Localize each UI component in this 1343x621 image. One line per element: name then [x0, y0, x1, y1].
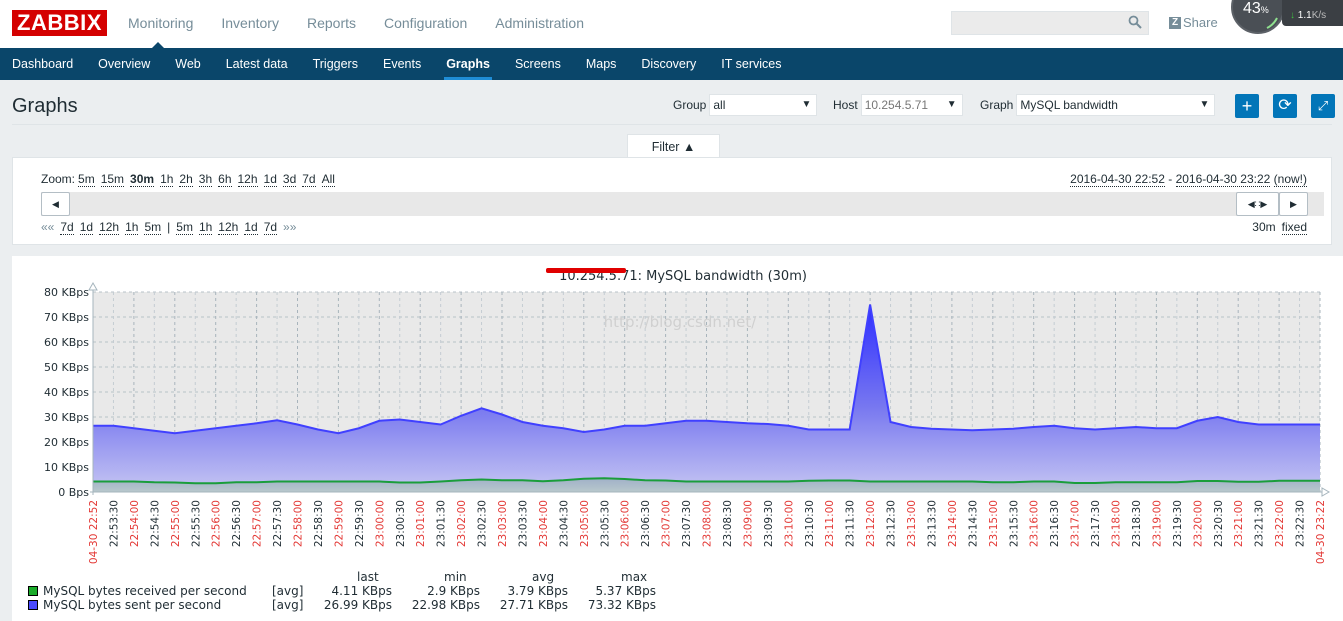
y-tick-label: 50 KBps	[44, 361, 89, 374]
x-tick-label: 22:58:00	[293, 500, 305, 547]
x-tick-label: 22:54:00	[129, 500, 141, 547]
y-tick-label: 30 KBps	[44, 411, 89, 424]
x-tick-labels: 04-30 22:52 22:53:30 22:54:00 22:54:30 22:55…	[88, 500, 1327, 564]
legend-swatch	[28, 600, 38, 610]
legend-value-max: 73.32 KBps	[587, 598, 656, 612]
legend-header-min: min	[444, 570, 467, 584]
x-tick-label: 23:19:00	[1151, 500, 1163, 547]
x-tick-label: 23:03:00	[497, 500, 509, 547]
legend-header-avg: avg	[532, 570, 555, 584]
x-tick-label: 23:19:30	[1172, 500, 1184, 547]
legend-series-name: MySQL bytes sent per second	[43, 598, 222, 612]
x-tick-label: 23:15:30	[1008, 500, 1020, 547]
x-tick-label: 23:02:00	[456, 500, 468, 547]
x-tick-label: 22:56:30	[231, 500, 243, 547]
x-tick-label: 23:16:30	[1049, 500, 1061, 547]
x-axis-arrow-icon	[1321, 487, 1331, 497]
x-tick-label: 23:06:00	[620, 500, 632, 547]
x-tick-label: 22:55:30	[190, 500, 202, 547]
legend-header-max: max	[621, 570, 648, 584]
x-tick-label: 23:20:30	[1213, 500, 1225, 547]
x-tick-label: 23:04:00	[538, 500, 550, 547]
y-tick-labels: 0 Bps 10 KBps 20 KBps 30 KBps 40 KBps 50 KBps…	[44, 286, 89, 499]
x-tick-label: 23:16:00	[1029, 500, 1041, 547]
legend-function: [avg]	[272, 584, 304, 598]
y-axis-arrow-icon	[88, 281, 98, 291]
y-tick-label: 0 Bps	[58, 486, 89, 499]
x-tick-label: 04-30 22:52	[88, 500, 100, 564]
x-tick-label: 23:08:00	[702, 500, 714, 547]
x-tick-label: 23:09:30	[763, 500, 775, 547]
x-tick-label: 23:00:00	[374, 500, 386, 547]
x-tick-label: 23:10:00	[783, 500, 795, 547]
legend-header-last: last	[357, 570, 379, 584]
x-tick-label: 23:22:00	[1274, 500, 1286, 547]
x-tick-label: 22:59:30	[354, 500, 366, 547]
x-tick-label: 23:13:30	[926, 500, 938, 547]
y-tick-label: 20 KBps	[44, 436, 89, 449]
x-tick-label: 23:14:30	[967, 500, 979, 547]
x-tick-label: 23:21:30	[1254, 500, 1266, 547]
x-tick-label: 23:02:30	[477, 500, 489, 547]
x-tick-label: 23:07:00	[661, 500, 673, 547]
x-tick-label: 22:54:30	[149, 500, 161, 547]
x-tick-label: 23:06:30	[640, 500, 652, 547]
x-tick-label: 23:14:00	[947, 500, 959, 547]
legend-function: [avg]	[272, 598, 304, 612]
x-tick-label: 22:53:30	[108, 500, 120, 547]
x-tick-label: 23:08:30	[722, 500, 734, 547]
x-tick-label: 23:11:00	[824, 500, 836, 547]
x-tick-label: 22:57:00	[252, 500, 264, 547]
x-tick-label: 22:57:30	[272, 500, 284, 547]
x-tick-label: 23:15:00	[988, 500, 1000, 547]
x-tick-label: 22:56:00	[211, 500, 223, 547]
legend-series-name: MySQL bytes received per second	[43, 584, 247, 598]
x-tick-label: 23:20:00	[1192, 500, 1204, 547]
x-tick-label: 23:01:00	[415, 500, 427, 547]
x-tick-label: 23:03:30	[517, 500, 529, 547]
legend-value-last: 4.11 KBps	[331, 584, 392, 598]
y-tick-label: 70 KBps	[44, 311, 89, 324]
legend-value-max: 5.37 KBps	[595, 584, 656, 598]
x-tick-label: 23:11:30	[845, 500, 857, 547]
y-tick-label: 10 KBps	[44, 461, 89, 474]
x-tick-label: 23:12:00	[865, 500, 877, 547]
y-tick-label: 60 KBps	[44, 336, 89, 349]
x-tick-label: 23:04:30	[558, 500, 570, 547]
x-tick-label: 23:17:00	[1070, 500, 1082, 547]
x-tick-label: 23:09:00	[742, 500, 754, 547]
legend-value-min: 2.9 KBps	[427, 584, 480, 598]
x-tick-label: 23:22:30	[1295, 500, 1307, 547]
x-tick-label: 23:21:00	[1233, 500, 1245, 547]
legend-value-avg: 3.79 KBps	[507, 584, 568, 598]
x-tick-label: 23:12:30	[886, 500, 898, 547]
x-tick-label: 23:18:00	[1111, 500, 1123, 547]
x-tick-label: 04-30 23:22	[1315, 500, 1327, 564]
legend-value-min: 22.98 KBps	[411, 598, 480, 612]
x-tick-label: 23:17:30	[1090, 500, 1102, 547]
x-tick-label: 23:13:00	[906, 500, 918, 547]
watermark: http://blog.csdn.net/	[604, 313, 758, 331]
x-tick-label: 23:01:30	[436, 500, 448, 547]
x-tick-label: 22:55:00	[170, 500, 182, 547]
bandwidth-chart[interactable]: 10.254.5.71: MySQL bandwidth (30m) http:…	[0, 0, 1343, 621]
x-tick-label: 23:05:30	[599, 500, 611, 547]
y-tick-label: 40 KBps	[44, 386, 89, 399]
x-tick-label: 23:05:00	[579, 500, 591, 547]
legend-value-avg: 27.71 KBps	[499, 598, 568, 612]
x-tick-label: 22:58:30	[313, 500, 325, 547]
x-tick-label: 23:07:30	[681, 500, 693, 547]
y-tick-label: 80 KBps	[44, 286, 89, 299]
legend-value-last: 26.99 KBps	[323, 598, 392, 612]
x-tick-label: 23:18:30	[1131, 500, 1143, 547]
x-tick-label: 22:59:00	[333, 500, 345, 547]
title-redaction	[546, 268, 626, 273]
legend-swatch	[28, 586, 38, 596]
x-tick-label: 23:10:30	[804, 500, 816, 547]
x-tick-label: 23:00:30	[395, 500, 407, 547]
